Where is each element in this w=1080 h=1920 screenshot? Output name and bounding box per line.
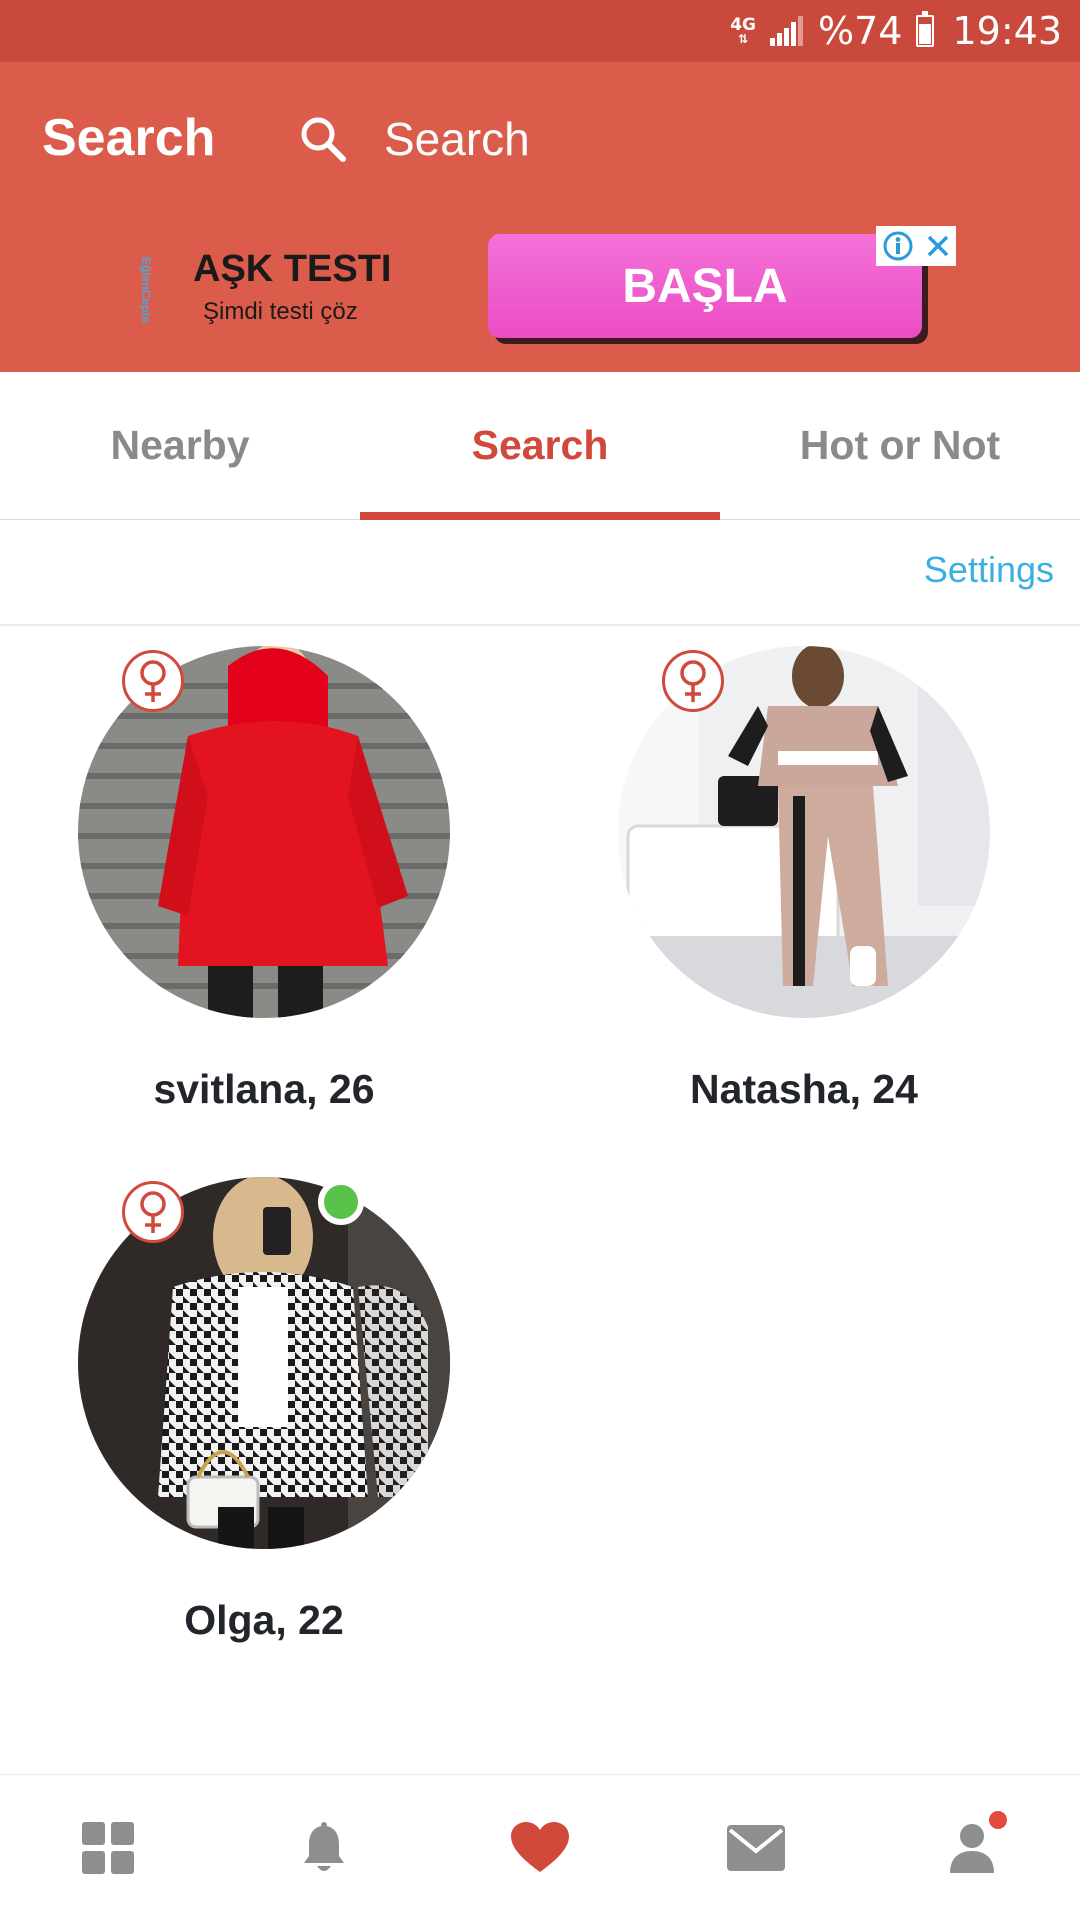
profile-card[interactable]: Natasha, 24 [618,646,990,1126]
profile-card[interactable]: svitlana, 26 [78,646,450,1126]
tab-hot-or-not[interactable]: Hot or Not [720,372,1080,519]
app-bar: Search Search EğlenCepte AŞK TESTI Şimdi… [0,62,1080,372]
battery-icon [916,11,935,47]
search-icon[interactable] [300,116,346,162]
ad-choices[interactable] [876,226,956,266]
close-icon[interactable] [925,233,951,259]
tab-bar: Nearby Search Hot or Not [0,372,1080,520]
profile-card[interactable]: Olga, 22 [78,1177,450,1657]
profile-name[interactable]: svitlana, 26 [38,1066,490,1113]
online-status-indicator [318,1179,364,1225]
nav-notifications[interactable] [264,1788,384,1908]
nav-browse[interactable] [48,1788,168,1908]
female-gender-icon [662,650,724,712]
settings-link[interactable]: Settings [924,549,1054,591]
signal-icon [770,16,804,46]
profile-name[interactable]: Natasha, 24 [578,1066,1030,1113]
female-gender-icon [122,650,184,712]
ad-subtitle[interactable]: Şimdi testi çöz [203,298,358,326]
nav-profile[interactable] [912,1788,1032,1908]
status-bar: 4G ⇅ %74 19:43 [0,0,1080,62]
network-type-indicator: 4G ⇅ [730,14,757,46]
profile-name[interactable]: Olga, 22 [38,1597,490,1644]
info-icon[interactable] [882,230,914,262]
bottom-navigation [0,1774,1080,1920]
mail-icon[interactable] [727,1824,785,1871]
grid-icon[interactable] [82,1821,134,1874]
bell-icon[interactable] [302,1821,346,1874]
ad-headline[interactable]: AŞK TESTI [193,248,391,291]
nav-likes[interactable] [480,1788,600,1908]
search-label[interactable]: Search [384,112,530,166]
ad-cta-button[interactable]: BAŞLA [488,234,922,338]
battery-percentage: %74 [818,9,903,53]
settings-row: Settings [0,521,1080,626]
nav-messages[interactable] [696,1788,816,1908]
tab-search[interactable]: Search [360,372,720,520]
clock: 19:43 [952,9,1062,53]
tab-nearby[interactable]: Nearby [0,372,360,519]
page-title: Search [42,109,216,167]
profile-icon[interactable] [950,1823,994,1873]
ad-brand-logo[interactable]: EğlenCepte [131,257,153,367]
heart-icon[interactable] [511,1821,569,1874]
female-gender-icon [122,1181,184,1243]
search-button[interactable]: Search [300,106,530,172]
notification-badge [986,1807,1010,1832]
